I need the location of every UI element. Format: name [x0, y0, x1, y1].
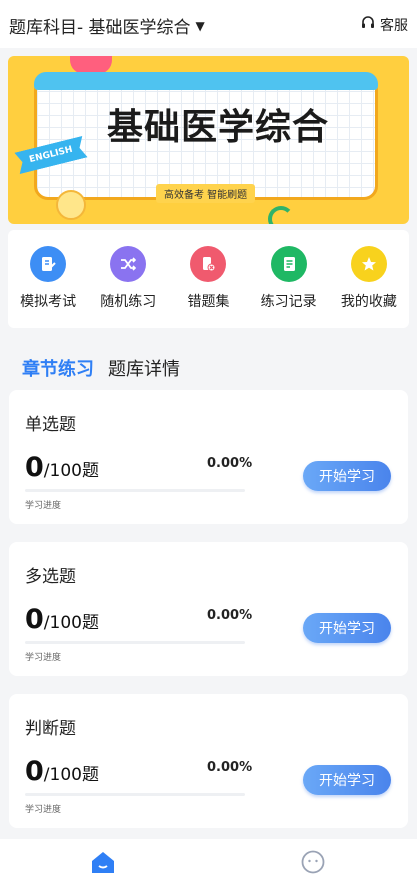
banner-board-top [34, 72, 378, 90]
promo-banner[interactable]: 基础医学综合 高效备考 智能刷题 ENGLISH [8, 56, 409, 224]
banner-tagline: 高效备考 智能刷题 [156, 184, 256, 203]
done-count: 0 [25, 756, 44, 787]
menu-item-random-practice[interactable]: 随机练习 [90, 246, 166, 328]
done-count: 0 [25, 604, 44, 635]
progress-label: 学习进度 [25, 501, 62, 511]
card-title: 多选题 [25, 567, 76, 587]
progress-percent: 0.00% [207, 456, 253, 471]
tab-chapter-practice[interactable]: 章节练习 [22, 355, 94, 381]
shuffle-icon [110, 246, 147, 282]
menu-label: 练习记录 [260, 294, 317, 310]
wrong-answer-icon [190, 246, 227, 282]
tab-bank-details[interactable]: 题库详情 [108, 355, 180, 381]
progress-percent: 0.00% [207, 608, 253, 623]
card-title: 单选题 [25, 415, 76, 435]
menu-item-wrong-answers[interactable]: 错题集 [170, 246, 246, 328]
question-count: 0 /100题 [25, 452, 99, 483]
nav-chat[interactable] [298, 849, 328, 879]
chat-icon [300, 849, 326, 879]
menu-item-mock-exam[interactable]: 模拟考试 [10, 246, 86, 328]
progress-bar [25, 489, 245, 492]
service-label: 客服 [380, 18, 408, 34]
menu-label: 模拟考试 [20, 294, 77, 310]
headset-icon [360, 15, 376, 35]
question-card-multiple-choice: 多选题 0 /100题 0.00% 学习进度 开始学习 [9, 542, 408, 676]
question-card-single-choice: 单选题 0 /100题 0.00% 学习进度 开始学习 [9, 390, 408, 524]
menu-item-practice-record[interactable]: 练习记录 [251, 246, 327, 328]
progress-bar [25, 793, 245, 796]
home-icon [89, 849, 117, 879]
menu-label: 随机练习 [100, 294, 157, 310]
question-count: 0 /100题 [25, 756, 99, 787]
bottom-nav [0, 839, 417, 881]
done-count: 0 [25, 452, 44, 483]
menu-item-favorites[interactable]: 我的收藏 [331, 246, 407, 328]
swirl-decoration [268, 206, 294, 224]
question-count: 0 /100题 [25, 604, 99, 635]
progress-label: 学习进度 [25, 653, 62, 663]
menu-label: 我的收藏 [340, 294, 397, 310]
quick-menu: 模拟考试 随机练习 错题集 练习记录 我的收藏 [8, 230, 409, 328]
subject-label: 题库科目- 基础医学综合 [9, 18, 191, 38]
customer-service-button[interactable]: 客服 [360, 15, 408, 35]
start-study-button[interactable]: 开始学习 [303, 613, 391, 643]
menu-label: 错题集 [187, 294, 230, 310]
caret-down-icon: ▼ [195, 18, 205, 33]
start-study-button[interactable]: 开始学习 [303, 765, 391, 795]
record-icon [270, 246, 307, 282]
subject-selector[interactable]: 题库科目- 基础医学综合 ▼ [9, 13, 205, 38]
edit-paper-icon [30, 246, 67, 282]
banner-title: 基础医学综合 [106, 107, 329, 148]
progress-label: 学习进度 [25, 805, 62, 815]
top-bar: 题库科目- 基础医学综合 ▼ 客服 [0, 0, 417, 48]
total-count: /100题 [43, 613, 99, 633]
nav-home[interactable] [88, 849, 118, 879]
progress-bar [25, 641, 245, 644]
progress-percent: 0.00% [207, 760, 253, 775]
star-icon [350, 246, 387, 282]
total-count: /100题 [43, 765, 99, 785]
question-card-true-false: 判断题 0 /100题 0.00% 学习进度 开始学习 [9, 694, 408, 828]
lightbulb-icon [56, 190, 86, 220]
start-study-button[interactable]: 开始学习 [303, 461, 391, 491]
total-count: /100题 [43, 461, 99, 481]
section-tabs: 章节练习 题库详情 [22, 355, 180, 381]
card-title: 判断题 [25, 719, 76, 739]
